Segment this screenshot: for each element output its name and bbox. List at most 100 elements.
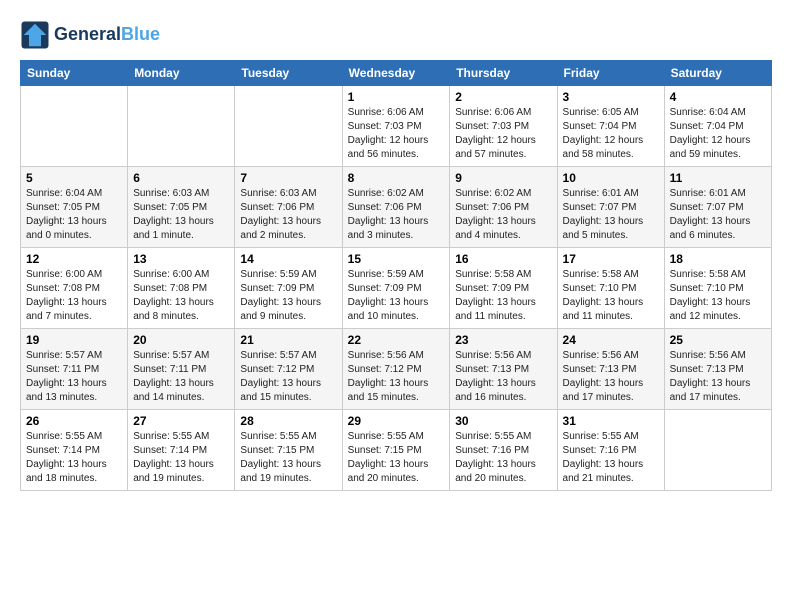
calendar-cell: 18 Sunrise: 5:58 AM Sunset: 7:10 PM Dayli… <box>664 248 771 329</box>
calendar-cell: 22 Sunrise: 5:56 AM Sunset: 7:12 PM Dayli… <box>342 329 450 410</box>
day-number: 22 <box>348 333 445 347</box>
day-info: Sunrise: 5:56 AM Sunset: 7:12 PM Dayligh… <box>348 349 445 405</box>
day-info: Sunrise: 5:56 AM Sunset: 7:13 PM Dayligh… <box>670 349 766 405</box>
day-number: 19 <box>26 333 122 347</box>
calendar-header-row: SundayMondayTuesdayWednesdayThursdayFrid… <box>21 61 772 86</box>
calendar-cell: 1Sunrise: 6:06 AM Sunset: 7:03 PM Daylig… <box>342 86 450 167</box>
day-number: 31 <box>563 414 659 428</box>
logo-icon <box>20 20 50 50</box>
calendar-header-saturday: Saturday <box>664 61 771 86</box>
day-number: 14 <box>240 252 336 266</box>
day-number: 15 <box>348 252 445 266</box>
calendar-header-friday: Friday <box>557 61 664 86</box>
calendar-cell: 31 Sunrise: 5:55 AM Sunset: 7:16 PM Dayli… <box>557 410 664 491</box>
day-number: 29 <box>348 414 445 428</box>
day-info: Sunrise: 6:04 AM Sunset: 7:04 PM Dayligh… <box>670 106 766 162</box>
calendar-week-1: 1Sunrise: 6:06 AM Sunset: 7:03 PM Daylig… <box>21 86 772 167</box>
calendar-cell: 30 Sunrise: 5:55 AM Sunset: 7:16 PM Dayli… <box>450 410 557 491</box>
calendar-cell: 29 Sunrise: 5:55 AM Sunset: 7:15 PM Dayli… <box>342 410 450 491</box>
calendar-cell: 23Sunrise: 5:56 AM Sunset: 7:13 PM Dayli… <box>450 329 557 410</box>
logo: GeneralBlue <box>20 20 160 50</box>
calendar-cell: 28 Sunrise: 5:55 AM Sunset: 7:15 PM Dayli… <box>235 410 342 491</box>
calendar-cell: 16 Sunrise: 5:58 AM Sunset: 7:09 PM Dayli… <box>450 248 557 329</box>
calendar-cell: 26 Sunrise: 5:55 AM Sunset: 7:14 PM Dayli… <box>21 410 128 491</box>
calendar-header-wednesday: Wednesday <box>342 61 450 86</box>
calendar-header-sunday: Sunday <box>21 61 128 86</box>
day-number: 25 <box>670 333 766 347</box>
day-info: Sunrise: 6:02 AM Sunset: 7:06 PM Dayligh… <box>455 187 551 243</box>
day-info: Sunrise: 5:55 AM Sunset: 7:16 PM Dayligh… <box>563 430 659 486</box>
day-number: 6 <box>133 171 229 185</box>
day-info: Sunrise: 6:00 AM Sunset: 7:08 PM Dayligh… <box>133 268 229 324</box>
day-info: Sunrise: 6:03 AM Sunset: 7:06 PM Dayligh… <box>240 187 336 243</box>
calendar-cell: 10 Sunrise: 6:01 AM Sunset: 7:07 PM Dayli… <box>557 167 664 248</box>
day-number: 27 <box>133 414 229 428</box>
calendar-cell: 17 Sunrise: 5:58 AM Sunset: 7:10 PM Dayli… <box>557 248 664 329</box>
calendar-cell <box>128 86 235 167</box>
day-number: 21 <box>240 333 336 347</box>
header: GeneralBlue <box>20 20 772 50</box>
calendar-header-tuesday: Tuesday <box>235 61 342 86</box>
day-info: Sunrise: 5:56 AM Sunset: 7:13 PM Dayligh… <box>563 349 659 405</box>
day-number: 17 <box>563 252 659 266</box>
day-number: 8 <box>348 171 445 185</box>
day-info: Sunrise: 6:03 AM Sunset: 7:05 PM Dayligh… <box>133 187 229 243</box>
day-number: 9 <box>455 171 551 185</box>
day-info: Sunrise: 5:57 AM Sunset: 7:11 PM Dayligh… <box>133 349 229 405</box>
calendar-cell: 27 Sunrise: 5:55 AM Sunset: 7:14 PM Dayli… <box>128 410 235 491</box>
day-number: 18 <box>670 252 766 266</box>
calendar-cell: 25 Sunrise: 5:56 AM Sunset: 7:13 PM Dayli… <box>664 329 771 410</box>
logo-text: GeneralBlue <box>54 25 160 45</box>
day-info: Sunrise: 5:55 AM Sunset: 7:16 PM Dayligh… <box>455 430 551 486</box>
calendar-cell: 12Sunrise: 6:00 AM Sunset: 7:08 PM Dayli… <box>21 248 128 329</box>
day-number: 20 <box>133 333 229 347</box>
day-number: 30 <box>455 414 551 428</box>
calendar: SundayMondayTuesdayWednesdayThursdayFrid… <box>20 60 772 491</box>
calendar-cell: 15 Sunrise: 5:59 AM Sunset: 7:09 PM Dayli… <box>342 248 450 329</box>
calendar-header-thursday: Thursday <box>450 61 557 86</box>
day-info: Sunrise: 6:01 AM Sunset: 7:07 PM Dayligh… <box>563 187 659 243</box>
day-number: 12 <box>26 252 122 266</box>
day-info: Sunrise: 5:59 AM Sunset: 7:09 PM Dayligh… <box>240 268 336 324</box>
day-number: 28 <box>240 414 336 428</box>
calendar-cell: 11 Sunrise: 6:01 AM Sunset: 7:07 PM Dayli… <box>664 167 771 248</box>
calendar-cell: 4Sunrise: 6:04 AM Sunset: 7:04 PM Daylig… <box>664 86 771 167</box>
calendar-cell: 5 Sunrise: 6:04 AM Sunset: 7:05 PM Daylig… <box>21 167 128 248</box>
day-number: 2 <box>455 90 551 104</box>
calendar-cell <box>21 86 128 167</box>
day-info: Sunrise: 6:04 AM Sunset: 7:05 PM Dayligh… <box>26 187 122 243</box>
calendar-cell <box>235 86 342 167</box>
day-number: 11 <box>670 171 766 185</box>
day-number: 16 <box>455 252 551 266</box>
calendar-cell: 19 Sunrise: 5:57 AM Sunset: 7:11 PM Dayli… <box>21 329 128 410</box>
day-number: 10 <box>563 171 659 185</box>
day-number: 24 <box>563 333 659 347</box>
day-number: 23 <box>455 333 551 347</box>
day-info: Sunrise: 5:57 AM Sunset: 7:11 PM Dayligh… <box>26 349 122 405</box>
day-info: Sunrise: 5:57 AM Sunset: 7:12 PM Dayligh… <box>240 349 336 405</box>
day-info: Sunrise: 5:55 AM Sunset: 7:14 PM Dayligh… <box>133 430 229 486</box>
day-info: Sunrise: 5:55 AM Sunset: 7:15 PM Dayligh… <box>240 430 336 486</box>
calendar-week-5: 26 Sunrise: 5:55 AM Sunset: 7:14 PM Dayli… <box>21 410 772 491</box>
day-info: Sunrise: 5:55 AM Sunset: 7:15 PM Dayligh… <box>348 430 445 486</box>
day-info: Sunrise: 5:58 AM Sunset: 7:10 PM Dayligh… <box>670 268 766 324</box>
calendar-cell: 2 Sunrise: 6:06 AM Sunset: 7:03 PM Daylig… <box>450 86 557 167</box>
calendar-cell: 6 Sunrise: 6:03 AM Sunset: 7:05 PM Daylig… <box>128 167 235 248</box>
calendar-cell: 24 Sunrise: 5:56 AM Sunset: 7:13 PM Dayli… <box>557 329 664 410</box>
day-info: Sunrise: 5:58 AM Sunset: 7:10 PM Dayligh… <box>563 268 659 324</box>
day-info: Sunrise: 6:05 AM Sunset: 7:04 PM Dayligh… <box>563 106 659 162</box>
day-number: 26 <box>26 414 122 428</box>
calendar-week-3: 12 Sunrise: 6:00 AM Sunset: 7:08 PM Dayli… <box>21 248 772 329</box>
day-info: Sunrise: 5:59 AM Sunset: 7:09 PM Dayligh… <box>348 268 445 324</box>
day-info: Sunrise: 5:55 AM Sunset: 7:14 PM Dayligh… <box>26 430 122 486</box>
day-info: Sunrise: 6:06 AM Sunset: 7:03 PM Dayligh… <box>348 106 445 162</box>
calendar-cell: 20 Sunrise: 5:57 AM Sunset: 7:11 PM Dayli… <box>128 329 235 410</box>
day-info: Sunrise: 6:01 AM Sunset: 7:07 PM Dayligh… <box>670 187 766 243</box>
day-number: 3 <box>563 90 659 104</box>
day-info: Sunrise: 6:06 AM Sunset: 7:03 PM Dayligh… <box>455 106 551 162</box>
calendar-header-monday: Monday <box>128 61 235 86</box>
day-number: 5 <box>26 171 122 185</box>
calendar-week-2: 5 Sunrise: 6:04 AM Sunset: 7:05 PM Daylig… <box>21 167 772 248</box>
calendar-cell: 3 Sunrise: 6:05 AM Sunset: 7:04 PM Daylig… <box>557 86 664 167</box>
day-info: Sunrise: 5:58 AM Sunset: 7:09 PM Dayligh… <box>455 268 551 324</box>
